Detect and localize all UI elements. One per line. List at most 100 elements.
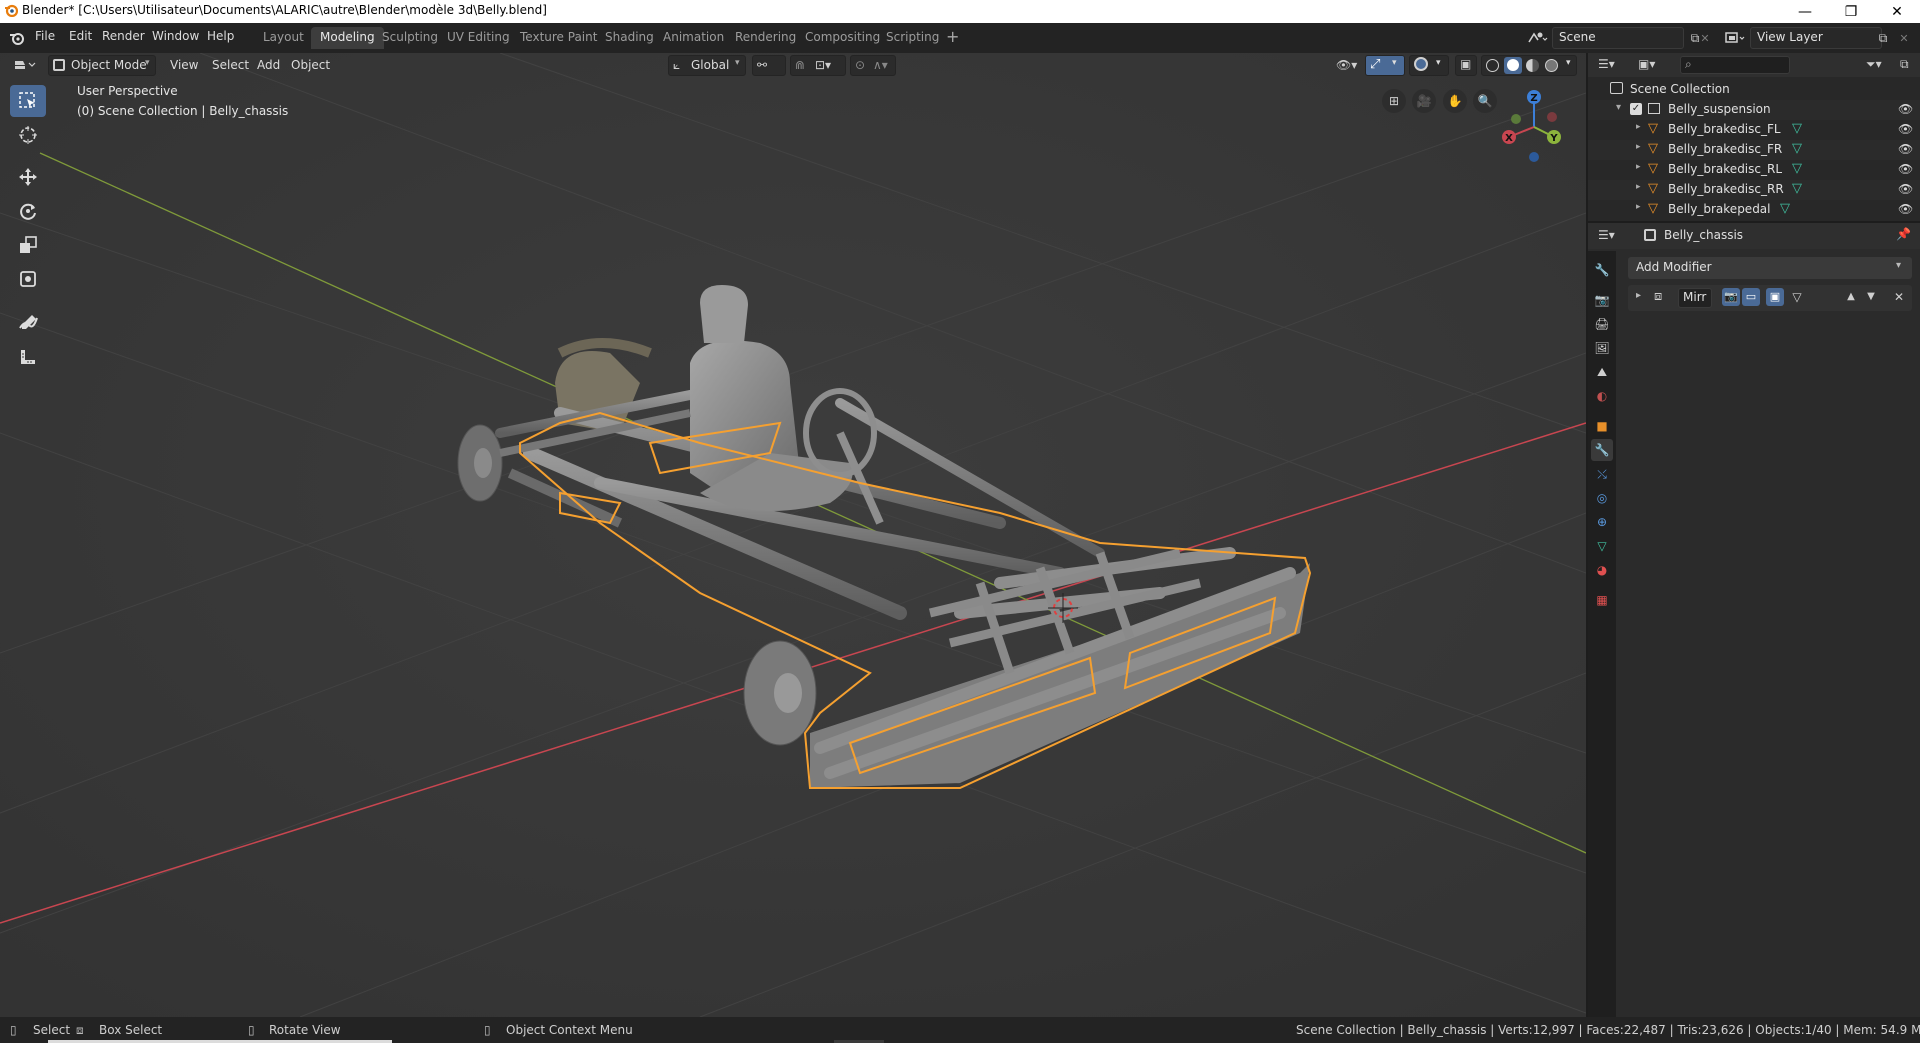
expand-arrow-icon[interactable]: ▸: [1636, 290, 1641, 301]
material-shading-icon[interactable]: [1526, 59, 1539, 72]
scale-tool[interactable]: [10, 229, 46, 261]
menu-render[interactable]: Render: [102, 29, 145, 43]
minimize-button[interactable]: —: [1782, 0, 1828, 23]
menu-file[interactable]: File: [35, 29, 55, 43]
physics-tab-icon[interactable]: ◎: [1591, 487, 1613, 509]
rotate-tool[interactable]: [10, 195, 46, 227]
eye-icon[interactable]: 👁: [1898, 182, 1913, 196]
delete-view-layer-icon[interactable]: ✕: [1896, 29, 1912, 47]
outliner-row[interactable]: ▸ ▽ Belly_brakedisc_FL ▽ 👁: [1588, 120, 1920, 140]
transform-tool[interactable]: [10, 263, 46, 295]
mesh-data-icon[interactable]: ▽: [1780, 201, 1790, 216]
tab-scripting[interactable]: Scripting: [877, 27, 948, 49]
3d-viewport[interactable]: Object Mode ▾ View Select Add Object ⟀ G…: [0, 53, 1586, 1017]
move-up-icon[interactable]: ▲: [1842, 288, 1860, 306]
gizmo-toggle[interactable]: ⤢ ▾: [1365, 55, 1405, 76]
outliner-editor-type-icon[interactable]: ☰▾: [1598, 57, 1615, 71]
annotate-tool[interactable]: [10, 307, 46, 339]
collapse-arrow-icon[interactable]: ▾: [1616, 102, 1621, 113]
tab-rendering[interactable]: Rendering: [726, 27, 805, 49]
on-cage-toggle-icon[interactable]: ▽: [1788, 288, 1806, 306]
outliner-row[interactable]: ▸ ▽ Belly_brakepedal ▽ 👁: [1588, 200, 1920, 220]
pan-hand-icon[interactable]: ✋: [1443, 89, 1467, 113]
expand-arrow-icon[interactable]: ▸: [1636, 142, 1641, 152]
menu-window[interactable]: Window: [152, 29, 199, 43]
mode-select[interactable]: Object Mode ▾: [48, 55, 156, 76]
tab-uv-editing[interactable]: UV Editing: [438, 27, 519, 49]
constraints-tab-icon[interactable]: ⊕: [1591, 511, 1613, 533]
scene-tab-icon[interactable]: ⛰: [1591, 361, 1613, 383]
expand-arrow-icon[interactable]: ▸: [1636, 202, 1641, 212]
texture-tab-icon[interactable]: ▦: [1591, 589, 1613, 611]
menu-add[interactable]: Add: [253, 56, 284, 76]
close-button[interactable]: ✕: [1874, 0, 1920, 23]
render-tab-icon[interactable]: 📷: [1591, 289, 1613, 311]
new-collection-icon[interactable]: ⧉: [1900, 57, 1909, 72]
scene-icon[interactable]: [1526, 30, 1548, 46]
menu-select[interactable]: Select: [208, 56, 253, 76]
tab-layout[interactable]: Layout: [254, 27, 313, 49]
wireframe-shading-icon[interactable]: [1486, 59, 1499, 72]
menu-edit[interactable]: Edit: [69, 29, 92, 43]
move-tool[interactable]: [10, 161, 46, 193]
shading-mode-buttons[interactable]: ▾: [1481, 55, 1577, 76]
snap-target-icon[interactable]: ⊡▾: [815, 58, 831, 72]
display-mode-icon[interactable]: ▣▾: [1638, 57, 1655, 71]
add-modifier-dropdown[interactable]: Add Modifier ▾: [1628, 257, 1912, 279]
proportional-edit-controls[interactable]: ⊙ ∧▾: [850, 55, 896, 76]
checkbox-icon[interactable]: ✓: [1630, 103, 1642, 115]
viewport-toggle-icon[interactable]: ▭: [1742, 288, 1760, 306]
outliner-search-input[interactable]: ⌕: [1680, 56, 1790, 74]
output-tab-icon[interactable]: 🖨: [1591, 313, 1613, 335]
eye-icon[interactable]: 👁: [1898, 122, 1913, 136]
tool-tab-icon[interactable]: 🔧: [1591, 259, 1613, 281]
outliner-row[interactable]: ▸ ▽ Belly_brakedisc_RR ▽ 👁: [1588, 180, 1920, 200]
xray-toggle-icon[interactable]: ▣: [1455, 55, 1477, 76]
editmode-toggle-icon[interactable]: ▣: [1766, 288, 1784, 306]
tab-animation[interactable]: Animation: [654, 27, 733, 49]
mesh-data-icon[interactable]: ▽: [1792, 121, 1802, 136]
solid-shading-button[interactable]: [1504, 57, 1522, 74]
cursor-tool[interactable]: [10, 119, 46, 151]
tab-sculpting[interactable]: Sculpting: [373, 27, 447, 49]
properties-editor-type-icon[interactable]: ☰▾: [1598, 228, 1615, 242]
maximize-button[interactable]: ❐: [1828, 0, 1874, 23]
view-layer-icon[interactable]: [1724, 30, 1746, 46]
object-tab-icon[interactable]: ■: [1591, 415, 1613, 437]
scene-field[interactable]: Scene: [1552, 27, 1684, 49]
visibility-icon[interactable]: 👁▾: [1332, 56, 1361, 76]
measure-tool[interactable]: [10, 341, 46, 373]
menu-view[interactable]: View: [166, 56, 202, 76]
editor-type-icon[interactable]: [8, 56, 42, 76]
rendered-shading-icon[interactable]: [1545, 59, 1558, 72]
move-down-icon[interactable]: ▼: [1862, 288, 1880, 306]
camera-view-icon[interactable]: 🎥: [1412, 89, 1436, 113]
render-toggle-icon[interactable]: 📷: [1722, 288, 1740, 306]
select-box-tool[interactable]: [10, 85, 46, 117]
outliner-root-row[interactable]: Scene Collection: [1588, 80, 1920, 100]
expand-arrow-icon[interactable]: ▸: [1636, 182, 1641, 192]
view-layer-field[interactable]: View Layer: [1750, 27, 1882, 49]
outliner-row[interactable]: ▾ ✓ Belly_suspension 👁: [1588, 100, 1920, 120]
eye-icon[interactable]: 👁: [1898, 102, 1913, 116]
view-layer-tab-icon[interactable]: 🖼: [1591, 337, 1613, 359]
blender-menu-icon[interactable]: [9, 31, 25, 45]
snap-controls[interactable]: ⋒ ⊡▾: [790, 55, 846, 76]
navigation-gizmo[interactable]: Z X Y: [1494, 83, 1564, 163]
snap-icon[interactable]: ⋒: [795, 58, 805, 72]
pin-icon[interactable]: 📌: [1896, 227, 1911, 241]
material-tab-icon[interactable]: ◕: [1591, 559, 1613, 581]
remove-modifier-icon[interactable]: ✕: [1890, 288, 1908, 306]
mesh-data-icon[interactable]: ▽: [1792, 141, 1802, 156]
overlays-toggle[interactable]: ▾: [1409, 55, 1449, 76]
particles-tab-icon[interactable]: ⤯: [1591, 463, 1613, 485]
delete-scene-icon[interactable]: ✕: [1697, 29, 1713, 47]
new-view-layer-icon[interactable]: ⧉: [1874, 29, 1892, 47]
outliner-row[interactable]: ▸ ▽ Belly_brakedisc_RL ▽ 👁: [1588, 160, 1920, 180]
modifier-name-field[interactable]: Mirr: [1678, 288, 1712, 308]
mesh-data-icon[interactable]: ▽: [1792, 161, 1802, 176]
data-tab-icon[interactable]: ▽: [1591, 535, 1613, 557]
tab-shading[interactable]: Shading: [596, 27, 663, 49]
eye-icon[interactable]: 👁: [1898, 142, 1913, 156]
eye-icon[interactable]: 👁: [1898, 162, 1913, 176]
